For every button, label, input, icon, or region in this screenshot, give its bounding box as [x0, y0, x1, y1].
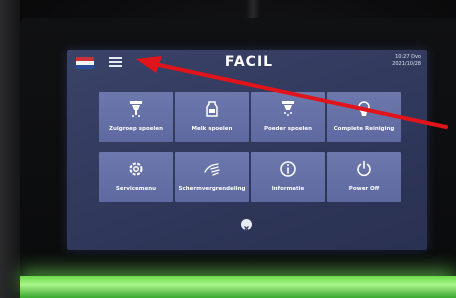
hamburger-menu-icon[interactable]: [109, 57, 122, 68]
tile-informatie[interactable]: Informatie: [251, 152, 325, 202]
tile-label: Power Off: [348, 186, 380, 192]
tile-zuigroep-spoelen[interactable]: Zuigroep spoelen: [99, 92, 173, 142]
tile-schermvergrendeling[interactable]: Schermvergrendeling: [175, 152, 249, 202]
milk-icon: [206, 101, 218, 117]
power-icon: [357, 160, 371, 177]
tile-label: Servicemenu: [115, 186, 157, 192]
gear-icon: [129, 162, 143, 176]
photo-scene: FACIL 10:27 Dvo 2021/10/28 Zuigroep spoe…: [0, 0, 456, 298]
tile-label: Melk spoelen: [191, 126, 233, 132]
tile-complete-reiniging[interactable]: Complete Reiniging: [327, 92, 401, 142]
tile-label: Zuigroep spoelen: [108, 126, 164, 132]
info-icon: [280, 161, 296, 177]
netherlands-flag-icon[interactable]: [76, 57, 94, 69]
green-led-strip: [20, 276, 456, 298]
tile-label: Complete Reiniging: [333, 126, 395, 132]
clock: 10:27 Dvo 2021/10/28: [392, 54, 421, 68]
cleaning-icon: [358, 101, 370, 116]
time-text: 10:27 Dvo: [395, 54, 421, 60]
tile-power-off[interactable]: Power Off: [327, 152, 401, 202]
wall-edge: [0, 0, 20, 298]
touch-screen: FACIL 10:27 Dvo 2021/10/28 Zuigroep spoe…: [67, 50, 427, 250]
powder-icon: [282, 101, 294, 116]
tile-poeder-spoelen[interactable]: Poeder spoelen: [251, 92, 325, 142]
tile-label: Schermvergrendeling: [178, 186, 246, 192]
hand-icon: [204, 163, 220, 176]
top-bar: FACIL 10:27 Dvo 2021/10/28: [67, 50, 427, 76]
tile-label: Informatie: [271, 186, 305, 192]
tile-melk-spoelen[interactable]: Melk spoelen: [175, 92, 249, 142]
facil-logo: FACIL: [224, 54, 274, 70]
date-text: 2021/10/28: [392, 61, 421, 67]
close-icon[interactable]: [241, 219, 252, 231]
tile-servicemenu[interactable]: Servicemenu: [99, 152, 173, 202]
tile-label: Poeder spoelen: [263, 126, 313, 132]
suction-group-icon: [130, 101, 142, 117]
